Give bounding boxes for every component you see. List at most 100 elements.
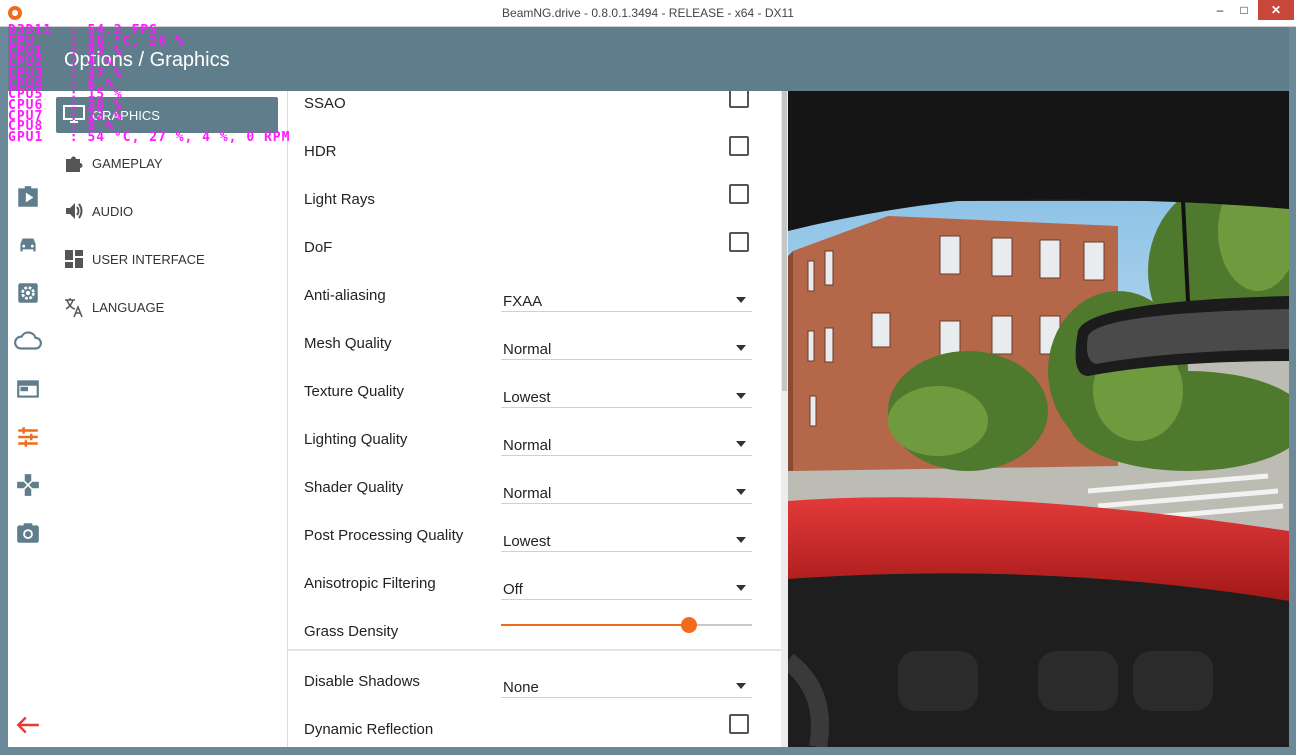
dropdown-arrow-icon [736,441,746,447]
grass-density-slider-fill [501,624,689,626]
nav-controls[interactable] [8,465,48,505]
window-titlebar: BeamNG.drive - 0.8.0.1.3494 - RELEASE - … [0,0,1296,27]
dropdown-arrow-icon [736,297,746,303]
setting-row-lighting-quality: Lighting Quality Normal [288,417,781,465]
game-viewport [788,91,1289,747]
setting-row-dynamic-reflection: Dynamic Reflection [288,707,781,747]
nav-back[interactable] [8,705,48,745]
setting-label: Disable Shadows [304,673,420,690]
play-icon [18,186,38,207]
sliders-icon [18,427,38,447]
submenu-item-label: GAMEPLAY [92,155,163,171]
dropdown-arrow-icon [736,489,746,495]
dropdown-arrow-icon [736,345,746,351]
setting-label: Shader Quality [304,479,404,496]
texture-quality-select[interactable]: Lowest [501,381,752,408]
dof-checkbox[interactable] [729,232,749,252]
camera-icon [17,523,39,543]
setting-row-ssao: SSAO [288,91,781,129]
select-value: Normal [503,485,552,502]
nav-settings[interactable] [8,273,48,313]
setting-row-anti-aliasing: Anti-aliasing FXAA [288,273,781,321]
setting-label: SSAO [304,95,346,112]
back-arrow-icon [16,716,39,734]
window-icon [17,380,39,398]
gamepad-icon [17,474,39,496]
cloud-icon [14,331,42,350]
setting-label: Lighting Quality [304,431,408,448]
anti-aliasing-select[interactable]: FXAA [501,285,752,312]
grass-density-slider-thumb[interactable] [681,617,697,633]
nav-vehicles[interactable] [8,225,48,265]
in-car-view-image [788,91,1289,747]
setting-row-hdr: HDR [288,129,781,177]
submenu-item-audio[interactable]: AUDIO [56,193,278,229]
window-frame-left [0,27,8,755]
lighting-quality-select[interactable]: Normal [501,429,752,456]
speaker-icon [62,199,86,223]
setting-row-dof: DoF [288,225,781,273]
shader-quality-select[interactable]: Normal [501,477,752,504]
submenu-item-label: USER INTERFACE [92,251,205,267]
setting-label: Anisotropic Filtering [304,575,436,592]
options-submenu: GRAPHICS GAMEPLAY AUDIO USER INTERFACE L… [48,91,288,747]
select-value: Normal [503,341,552,358]
select-value: FXAA [503,293,543,310]
hdr-checkbox[interactable] [729,136,749,156]
submenu-item-language[interactable]: LANGUAGE [56,289,278,325]
nav-photo[interactable] [8,513,48,553]
nav-layout[interactable] [8,369,48,409]
setting-label: HDR [304,143,337,160]
dropdown-arrow-icon [736,585,746,591]
dropdown-arrow-icon [736,537,746,543]
graphics-settings-panel: SSAO HDR Light Rays DoF Anti-aliasing FX… [288,91,781,747]
nav-options[interactable] [8,417,48,457]
post-processing-quality-select[interactable]: Lowest [501,525,752,552]
nav-online[interactable] [8,321,48,361]
setting-label: DoF [304,239,333,256]
setting-label: Mesh Quality [304,335,392,352]
anisotropic-filtering-select[interactable]: Off [501,573,752,600]
translate-icon [62,295,86,319]
select-value: Lowest [503,533,551,550]
setting-label: Dynamic Reflection [304,721,434,738]
light-rays-checkbox[interactable] [729,184,749,204]
setting-row-shader-quality: Shader Quality Normal [288,465,781,513]
setting-label: Grass Density [304,623,399,640]
setting-row-anisotropic-filtering: Anisotropic Filtering Off [288,561,781,609]
disable-shadows-select[interactable]: None [501,671,752,698]
window-frame-bottom [0,747,1296,755]
setting-label: Light Rays [304,191,375,208]
main-icon-bar [8,91,49,747]
puzzle-icon [62,151,86,175]
select-value: Off [503,581,523,598]
minimize-button[interactable]: – [1208,0,1232,20]
dropdown-arrow-icon [736,393,746,399]
setting-row-mesh-quality: Mesh Quality Normal [288,321,781,369]
select-value: Lowest [503,389,551,406]
settings-scrollbar[interactable] [781,91,788,747]
gear-icon [18,283,38,303]
maximize-button[interactable]: □ [1232,0,1256,20]
dynamic-reflection-checkbox[interactable] [729,714,749,734]
setting-row-disable-shadows: Disable Shadows None [288,659,781,707]
setting-label: Post Processing Quality [304,527,464,544]
submenu-item-gameplay[interactable]: GAMEPLAY [56,145,278,181]
setting-row-post-processing-quality: Post Processing Quality Lowest [288,513,781,561]
submenu-item-label: LANGUAGE [92,299,165,315]
nav-play[interactable] [8,177,48,217]
ssao-checkbox[interactable] [729,91,749,108]
window-title: BeamNG.drive - 0.8.0.1.3494 - RELEASE - … [502,6,794,20]
window-frame-right [1289,27,1296,755]
dropdown-arrow-icon [736,683,746,689]
mesh-quality-select[interactable]: Normal [501,333,752,360]
close-button[interactable]: ✕ [1258,0,1294,20]
setting-label: Texture Quality [304,383,405,400]
scrollbar-thumb[interactable] [782,91,787,391]
setting-label: Anti-aliasing [304,287,386,304]
submenu-item-user-interface[interactable]: USER INTERFACE [56,241,278,277]
performance-overlay: D3D11 : 54.2 FPS CPU : 36 °C, 26 % CPU1 : … [8,24,290,144]
section-divider [288,649,781,651]
select-value: Normal [503,437,552,454]
dashboard-icon [62,247,86,271]
